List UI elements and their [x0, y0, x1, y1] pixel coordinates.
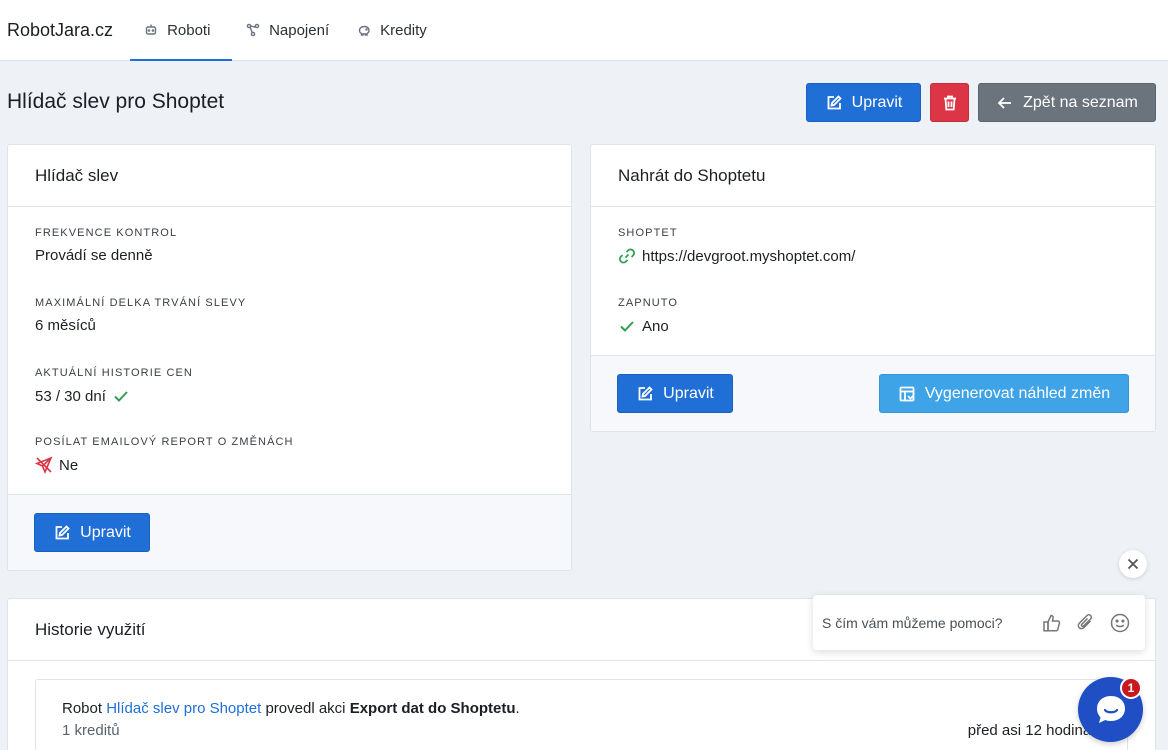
- field-value: 53 / 30 dní: [35, 387, 106, 405]
- piggy-bank-icon: [358, 25, 370, 36]
- card-title: Nahrát do Shoptetu: [591, 145, 1155, 207]
- generate-preview-label: Vygenerovat náhled změn: [924, 384, 1111, 402]
- field-value: 6 měsíců: [35, 317, 96, 334]
- field-label: Frekvence kontrol: [35, 227, 178, 239]
- brand-logo[interactable]: RobotJara.cz: [0, 0, 120, 60]
- link-icon: [618, 248, 636, 264]
- field-label: Posílat emailový report o změnách: [35, 436, 294, 448]
- arrow-left-icon: [997, 96, 1012, 109]
- card-footer: Upravit: [8, 494, 571, 570]
- field-label: Maximální delka trvání slevy: [35, 297, 247, 309]
- nav-tab-label: Napojení: [269, 21, 330, 39]
- field-value: Ne: [59, 456, 79, 474]
- history-text: Robot Hlídač slev pro Shoptet provedl ak…: [62, 700, 520, 717]
- history-suffix: .: [515, 700, 520, 717]
- edit-button-label: Upravit: [851, 93, 903, 111]
- edit-button-label: Upravit: [663, 384, 714, 402]
- edit-button[interactable]: Upravit: [806, 83, 921, 122]
- field-email-report: Posílat emailový report o změnách Ne: [35, 436, 294, 474]
- history-item: Robot Hlídač slev pro Shoptet provedl ak…: [35, 679, 1128, 750]
- send-off-icon: [35, 456, 53, 474]
- field-label: Zapnuto: [618, 297, 679, 309]
- generate-preview-button[interactable]: Vygenerovat náhled změn: [879, 374, 1129, 413]
- nav-tab-kredity[interactable]: Kredity: [343, 0, 441, 60]
- back-to-list-button[interactable]: Zpět na seznam: [978, 83, 1156, 122]
- edit-discount-watch-button[interactable]: Upravit: [34, 513, 150, 552]
- attachment-icon[interactable]: [1075, 612, 1097, 634]
- card-title: Hlídač slev: [8, 145, 571, 207]
- field-shoptet-url: Shoptet https://devgroot.myshoptet.com/: [618, 227, 855, 265]
- nav-tab-label: Kredity: [380, 21, 427, 39]
- field-price-history: Aktuální historie cen 53 / 30 dní: [35, 367, 193, 405]
- edit-icon: [638, 385, 653, 400]
- robot-link[interactable]: Hlídač slev pro Shoptet: [106, 700, 261, 717]
- edit-shoptet-button[interactable]: Upravit: [617, 374, 733, 413]
- edit-icon: [827, 94, 842, 109]
- card-footer: Upravit Vygenerovat náhled změn: [591, 355, 1155, 431]
- back-button-label: Zpět na seznam: [1023, 93, 1138, 111]
- field-check-frequency: Frekvence kontrol Provádí se denně: [35, 227, 177, 264]
- history-prefix: Robot: [62, 700, 103, 717]
- field-value[interactable]: https://devgroot.myshoptet.com/: [642, 248, 855, 265]
- field-max-discount-duration: Maximální delka trvání slevy 6 měsíců: [35, 297, 246, 334]
- check-icon: [620, 321, 634, 332]
- emoji-icon[interactable]: [1109, 612, 1131, 634]
- field-label: Shoptet: [618, 227, 678, 239]
- upload-shoptet-card: Nahrát do Shoptetu Shoptet https://devgr…: [590, 144, 1156, 432]
- robot-icon: [145, 24, 157, 35]
- top-navbar: RobotJara.cz Roboti Napojení Kredity: [0, 0, 1168, 61]
- chat-placeholder: S čím vám můžeme pomoci?: [822, 614, 1003, 631]
- field-enabled: Zapnuto Ano: [618, 297, 678, 335]
- table-preview-icon: [899, 386, 915, 401]
- edit-button-label: Upravit: [80, 523, 131, 541]
- field-value: Provádí se denně: [35, 247, 153, 264]
- history-action: Export dat do Shoptetu: [349, 700, 516, 717]
- check-icon: [114, 391, 128, 402]
- page-title: Hlídač slev pro Shoptet: [7, 90, 225, 113]
- thumbs-up-icon[interactable]: [1041, 612, 1063, 634]
- connection-icon: [246, 23, 260, 37]
- nav-tab-label: Roboti: [167, 21, 211, 39]
- chat-input-box[interactable]: S čím vám můžeme pomoci?: [813, 595, 1145, 650]
- close-icon: [1127, 558, 1139, 570]
- delete-button[interactable]: [930, 83, 969, 122]
- chat-notification-badge: 1: [1120, 677, 1142, 699]
- discount-watch-card: Hlídač slev Frekvence kontrol Provádí se…: [7, 144, 572, 571]
- field-value: Ano: [642, 317, 669, 335]
- nav-tab-napojeni[interactable]: Napojení: [232, 0, 343, 60]
- history-middle: provedl akci: [265, 700, 346, 717]
- chat-close-button[interactable]: [1119, 550, 1147, 578]
- field-label: Aktuální historie cen: [35, 367, 193, 379]
- trash-icon: [943, 95, 956, 110]
- nav-tab-roboti[interactable]: Roboti: [130, 0, 233, 61]
- history-credits: 1 kreditů: [62, 722, 120, 739]
- edit-icon: [55, 524, 70, 539]
